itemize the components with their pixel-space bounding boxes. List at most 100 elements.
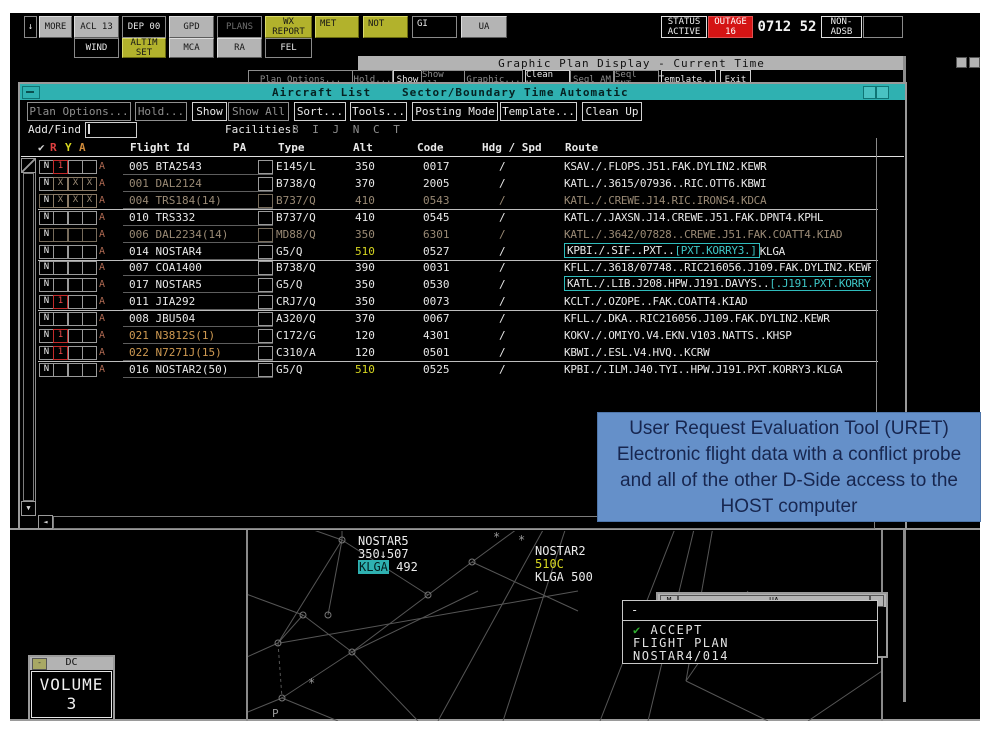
pa-checkbox[interactable] [258, 160, 273, 174]
menu-acl-13[interactable]: ACL 13 [74, 16, 119, 38]
route[interactable]: KATL./.LIB.J208.HPW.J191.DAVYS..[.J191.P… [564, 276, 871, 293]
alert-checkbox[interactable] [68, 346, 83, 360]
menu-ra[interactable]: RA [217, 38, 262, 58]
n-flag-box[interactable]: N [39, 295, 54, 309]
pa-checkbox[interactable] [258, 261, 273, 275]
alert-checkbox[interactable] [68, 363, 83, 377]
gpd-window-titlebar[interactable]: Graphic Plan Display - Current Time [358, 56, 905, 70]
menu-met[interactable]: MET [315, 16, 359, 38]
route[interactable]: KFLL./.DKA..RIC216056.J109.FAK.DYLIN2.KE… [564, 310, 871, 327]
table-row[interactable]: N1A022 N7271J(15)C310/A1200501/KBWI./.ES… [21, 344, 904, 361]
alert-checkbox[interactable] [82, 312, 97, 326]
route[interactable]: KPBI./.ILM.J40.TYI..HPW.J191.PXT.KORRY3.… [564, 361, 871, 378]
alert-checkbox[interactable] [82, 329, 97, 343]
pa-checkbox[interactable] [258, 329, 273, 343]
alert-checkbox[interactable] [53, 278, 68, 292]
pa-checkbox[interactable] [258, 228, 273, 242]
datablock-nostar2[interactable]: NOSTAR2 510C KLGA 500 [535, 545, 593, 584]
status-active-indicator[interactable]: STATUS ACTIVE [661, 16, 707, 38]
dialog-minimize-icon[interactable]: - [623, 601, 877, 621]
vertical-scrollbar-top-icon[interactable] [21, 158, 36, 173]
scroll-left-icon[interactable]: ◄ [38, 515, 53, 530]
alert-checkbox[interactable] [68, 278, 83, 292]
table-row[interactable]: NA014 NOSTAR4G5/Q5100527/KPBI./.SIF..PXT… [21, 243, 904, 260]
menu-altim-set[interactable]: ALTIM SET [122, 38, 166, 58]
alert-checkbox[interactable] [82, 261, 97, 275]
table-row[interactable]: NXXXA001 DAL2124B738/Q3702005/KATL./.361… [21, 175, 904, 192]
pa-checkbox[interactable] [258, 363, 273, 377]
alert-checkbox[interactable] [68, 312, 83, 326]
route[interactable]: KCLT./.OZOPE..FAK.COATT4.KIAD [564, 293, 871, 310]
alert-checkbox[interactable] [68, 211, 83, 225]
alert-checkbox[interactable] [53, 312, 68, 326]
flight-id[interactable]: 001 DAL2124 [129, 175, 202, 192]
menu-not[interactable]: NOT [363, 16, 408, 38]
menu-wx-report[interactable]: WX REPORT [265, 16, 312, 38]
alert-checkbox[interactable]: 1 [53, 160, 68, 174]
flight-id[interactable]: 005 BTA2543 [129, 158, 202, 175]
n-flag-box[interactable]: N [39, 261, 54, 275]
n-flag-box[interactable]: N [39, 194, 54, 208]
pa-checkbox[interactable] [258, 295, 273, 309]
alert-checkbox[interactable]: X [68, 194, 83, 208]
flight-id[interactable]: 022 N7271J(15) [129, 344, 222, 361]
alert-checkbox[interactable] [68, 245, 83, 259]
menu-gi[interactable]: GI [412, 16, 457, 38]
table-row[interactable]: NXXXA004 TRS184(14)B737/Q4100543/KATL./.… [21, 192, 904, 209]
flight-id[interactable]: 008 JBU504 [129, 310, 195, 327]
alert-checkbox[interactable] [82, 228, 97, 242]
table-row[interactable]: NA008 JBU504A320/Q3700067/KFLL./.DKA..RI… [21, 310, 904, 327]
table-row[interactable]: N1A011 JIA292CRJ7/Q3500073/KCLT./.OZOPE.… [21, 293, 904, 310]
alert-checkbox[interactable] [53, 228, 68, 242]
table-row[interactable]: NA016 NOSTAR2(50)G5/Q5100525/KPBI./.ILM.… [21, 361, 904, 378]
gpd-window-maximize-button[interactable] [969, 57, 980, 68]
flight-id[interactable]: 016 NOSTAR2(50) [129, 361, 228, 378]
n-flag-box[interactable]: N [39, 228, 54, 242]
route[interactable]: KATL./.CREWE.J14.RIC.IRONS4.KDCA [564, 192, 871, 209]
pa-checkbox[interactable] [258, 346, 273, 360]
route[interactable]: KBWI./.ESL.V4.HVQ..KCRW [564, 344, 871, 361]
menu-[interactable]: ↓ [24, 16, 37, 38]
alert-checkbox[interactable] [82, 211, 97, 225]
alert-checkbox[interactable] [68, 295, 83, 309]
alert-checkbox[interactable] [53, 245, 68, 259]
alert-checkbox[interactable]: X [68, 177, 83, 191]
outage-indicator[interactable]: OUTAGE 16 [708, 16, 753, 38]
flight-id[interactable]: 014 NOSTAR4 [129, 243, 202, 260]
table-row[interactable]: NA017 NOSTAR5G5/Q3500530/KATL./.LIB.J208… [21, 276, 904, 293]
table-row[interactable]: NA006 DAL2234(14)MD88/Q3506301/KATL./.36… [21, 226, 904, 243]
menu-wind[interactable]: WIND [74, 38, 119, 58]
n-flag-box[interactable]: N [39, 278, 54, 292]
gpd-window-minimize-button[interactable] [956, 57, 967, 68]
menu-more[interactable]: MORE [39, 16, 72, 38]
n-flag-box[interactable]: N [39, 329, 54, 343]
alert-checkbox[interactable] [53, 363, 68, 377]
alert-checkbox[interactable] [68, 261, 83, 275]
alert-checkbox[interactable] [82, 245, 97, 259]
menu-mca[interactable]: MCA [169, 38, 214, 58]
pa-checkbox[interactable] [258, 312, 273, 326]
alert-checkbox[interactable]: X [82, 194, 97, 208]
route[interactable]: KATL./.3642/07828..CREWE.J51.FAK.COATT4.… [564, 226, 871, 243]
alert-checkbox[interactable] [68, 228, 83, 242]
route[interactable]: KFLL./.3618/07748..RIC216056.J109.FAK.DY… [564, 259, 871, 276]
flight-id[interactable]: 007 COA1400 [129, 259, 202, 276]
flight-id[interactable]: 006 DAL2234(14) [129, 226, 228, 243]
pa-checkbox[interactable] [258, 278, 273, 292]
n-flag-box[interactable]: N [39, 363, 54, 377]
menu-ua[interactable]: UA [461, 16, 507, 38]
datablock-nostar5[interactable]: NOSTAR5 350↓507 KLGA 492 [358, 535, 418, 574]
table-row[interactable]: N1A021 N3812S(1)C172/G1204301/KOKV./.OMI… [21, 327, 904, 344]
n-flag-box[interactable]: N [39, 245, 54, 259]
alert-checkbox[interactable]: 1 [53, 295, 68, 309]
pa-checkbox[interactable] [258, 177, 273, 191]
n-flag-box[interactable]: N [39, 177, 54, 191]
table-row[interactable]: NA007 COA1400B738/Q3900031/KFLL./.3618/0… [21, 259, 904, 276]
alert-checkbox[interactable]: 1 [53, 329, 68, 343]
alert-checkbox[interactable]: 1 [53, 346, 68, 360]
flight-id[interactable]: 010 TRS332 [129, 209, 195, 226]
menu-plans[interactable]: PLANS [217, 16, 262, 38]
alert-checkbox[interactable] [53, 261, 68, 275]
alert-checkbox[interactable]: X [82, 177, 97, 191]
flight-id[interactable]: 004 TRS184(14) [129, 192, 222, 209]
